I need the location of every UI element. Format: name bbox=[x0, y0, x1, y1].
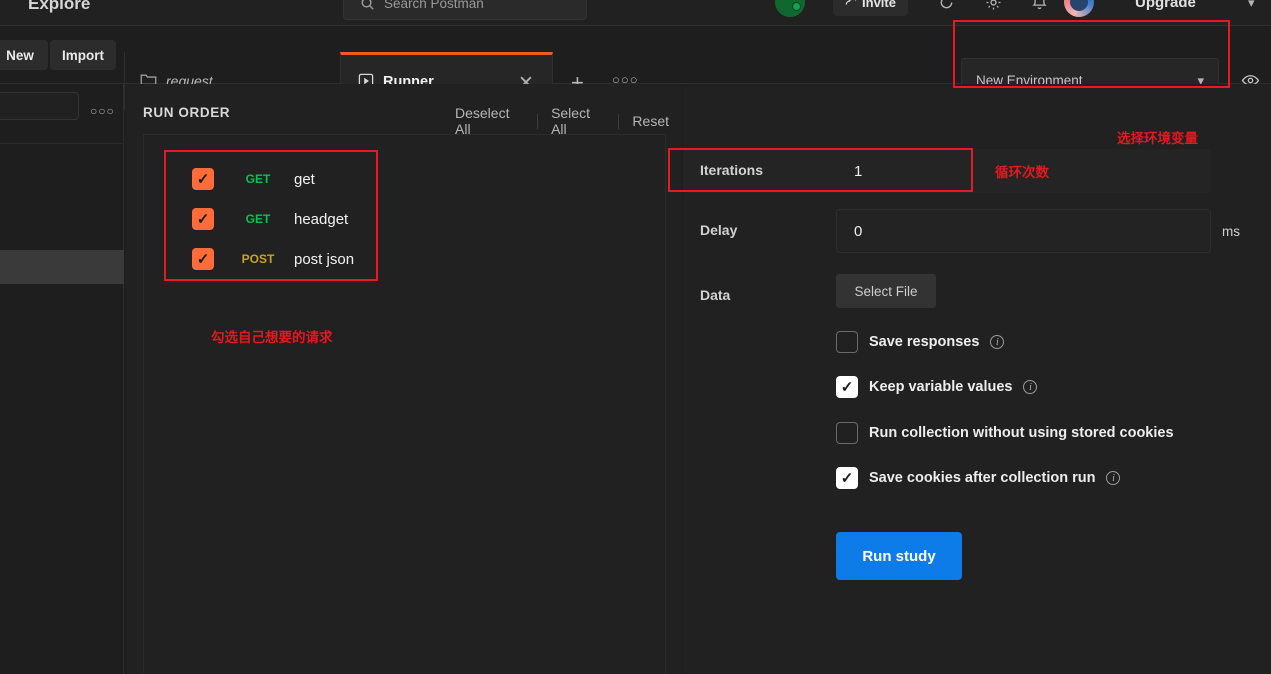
collections-sidebar-stub: ○○○ bbox=[0, 84, 124, 674]
sidebar-selected-row[interactable] bbox=[0, 250, 124, 284]
data-label: Data bbox=[700, 287, 731, 303]
info-icon[interactable]: i bbox=[990, 335, 1005, 349]
avatar[interactable] bbox=[1064, 0, 1094, 17]
request-checkbox[interactable]: ✓ bbox=[192, 248, 214, 270]
search-input[interactable]: Search Postman bbox=[343, 0, 587, 20]
option-label: Keep variable values bbox=[869, 379, 1013, 395]
sync-icon[interactable] bbox=[934, 0, 958, 14]
iterations-label: Iterations bbox=[700, 162, 764, 178]
import-button[interactable]: Import bbox=[50, 40, 116, 70]
status-badge[interactable]: ⚭ bbox=[775, 0, 805, 17]
request-name: get bbox=[294, 170, 315, 188]
list-item[interactable]: ✓ GET headget bbox=[192, 206, 348, 232]
list-item[interactable]: ✓ GET get bbox=[192, 166, 315, 192]
connected-status-icon: ⚭ bbox=[780, 0, 791, 6]
annotation-environment: 选择环境变量 bbox=[1117, 131, 1198, 147]
delay-input[interactable]: 0 bbox=[836, 209, 1211, 253]
explore-link[interactable]: Explore bbox=[28, 0, 90, 14]
status-dot-icon bbox=[792, 2, 801, 11]
run-study-button[interactable]: Run study bbox=[836, 532, 962, 580]
info-icon[interactable]: i bbox=[1106, 471, 1121, 485]
search-placeholder: Search Postman bbox=[384, 0, 484, 11]
run-order-actions: Deselect All Select All Reset bbox=[442, 105, 682, 137]
invite-button[interactable]: Invite bbox=[833, 0, 908, 16]
select-all-button[interactable]: Select All bbox=[538, 105, 618, 137]
option-run-without-cookies[interactable]: Run collection without using stored cook… bbox=[836, 422, 1174, 444]
save-cookies-checkbox[interactable]: ✓ bbox=[836, 467, 858, 489]
delay-unit-label: ms bbox=[1222, 224, 1240, 239]
info-icon[interactable]: i bbox=[1023, 380, 1038, 394]
request-method: POST bbox=[241, 252, 275, 266]
keep-variable-values-checkbox[interactable]: ✓ bbox=[836, 376, 858, 398]
delay-row: Delay 0 bbox=[683, 209, 1211, 253]
iterations-row: Iterations 1 bbox=[683, 149, 1211, 193]
bell-icon[interactable] bbox=[1027, 0, 1051, 14]
request-method: GET bbox=[245, 172, 271, 186]
option-label: Save cookies after collection run bbox=[869, 470, 1096, 486]
run-order-title: RUN ORDER bbox=[143, 105, 231, 120]
list-item[interactable]: ✓ POST post json bbox=[192, 246, 354, 272]
app-header: Explore Search Postman ⚭ Invite bbox=[0, 0, 1271, 26]
run-without-cookies-checkbox[interactable] bbox=[836, 422, 858, 444]
request-list: ✓ GET get ✓ GET headget ✓ POST post json bbox=[143, 134, 666, 674]
delay-label: Delay bbox=[700, 222, 738, 238]
gear-icon[interactable] bbox=[981, 0, 1005, 14]
option-label: Run collection without using stored cook… bbox=[869, 425, 1174, 441]
sidebar-divider bbox=[0, 143, 124, 144]
run-config-panel: Iterations 1 Delay 0 Data Select File Sa… bbox=[683, 84, 1271, 674]
sidebar-search-input[interactable] bbox=[0, 92, 79, 120]
request-name: headget bbox=[294, 210, 349, 228]
option-keep-variable-values[interactable]: ✓ Keep variable values i bbox=[836, 376, 1038, 398]
deselect-all-button[interactable]: Deselect All bbox=[442, 105, 537, 137]
chevron-down-icon[interactable]: ▾ bbox=[1248, 0, 1255, 11]
option-save-responses[interactable]: Save responses i bbox=[836, 331, 1005, 353]
new-button[interactable]: New bbox=[0, 40, 48, 70]
select-file-button[interactable]: Select File bbox=[836, 274, 936, 308]
search-icon bbox=[360, 0, 375, 16]
postman-runner-window: Explore Search Postman ⚭ Invite bbox=[0, 0, 1271, 674]
option-label: Save responses bbox=[869, 334, 980, 350]
upgrade-button[interactable]: Upgrade bbox=[1135, 0, 1196, 11]
request-checkbox[interactable]: ✓ bbox=[192, 168, 214, 190]
data-row: Data Select File bbox=[683, 274, 1211, 318]
annotation-requests: 勾选自己想要的请求 bbox=[211, 330, 333, 346]
annotation-iterations: 循环次数 bbox=[995, 165, 1049, 181]
option-save-cookies[interactable]: ✓ Save cookies after collection run i bbox=[836, 467, 1121, 489]
request-checkbox[interactable]: ✓ bbox=[192, 208, 214, 230]
request-method: GET bbox=[245, 212, 271, 226]
reset-button[interactable]: Reset bbox=[619, 113, 682, 129]
more-horizontal-icon[interactable]: ○○○ bbox=[90, 104, 115, 118]
save-responses-checkbox[interactable] bbox=[836, 331, 858, 353]
person-plus-icon bbox=[845, 0, 858, 10]
tab-bar: New Import request Runner ✕ + ○○○ N bbox=[0, 26, 1271, 110]
invite-label: Invite bbox=[862, 0, 896, 10]
run-order-panel: RUN ORDER Deselect All Select All Reset … bbox=[125, 84, 682, 674]
request-name: post json bbox=[294, 250, 355, 268]
